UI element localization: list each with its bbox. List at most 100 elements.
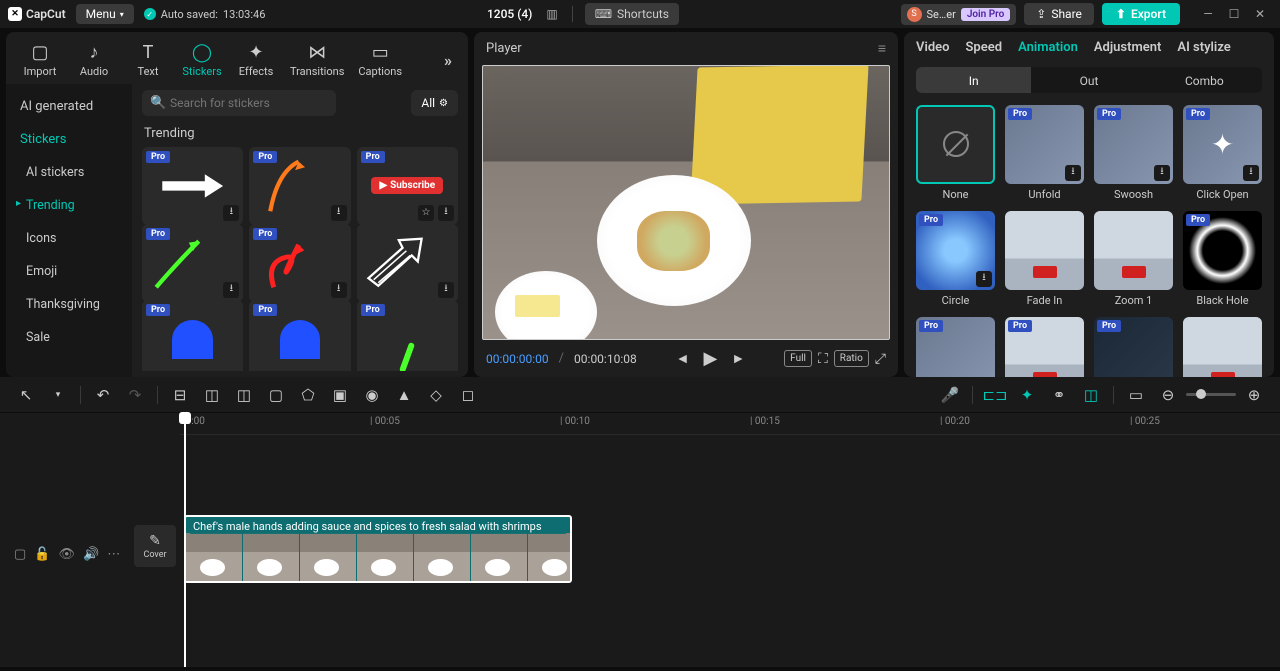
video-preview[interactable] bbox=[482, 65, 890, 340]
track-visible-icon[interactable]: 👁 bbox=[58, 547, 75, 562]
close-button[interactable]: ✕ bbox=[1248, 4, 1272, 24]
category-ai-generated[interactable]: AI generated bbox=[6, 90, 132, 123]
media-tab-text[interactable]: TText bbox=[124, 40, 172, 80]
category-trending[interactable]: Trending bbox=[6, 189, 132, 222]
ratio-button[interactable]: Ratio bbox=[834, 350, 869, 367]
download-icon[interactable]: ⭳ bbox=[223, 282, 239, 298]
anim-subtab-combo[interactable]: Combo bbox=[1147, 67, 1262, 93]
sticker-loop-red[interactable]: Pro⭳ bbox=[249, 224, 350, 302]
animation-fade-in[interactable]: Fade In bbox=[1005, 211, 1084, 307]
category-emoji[interactable]: Emoji bbox=[6, 255, 132, 288]
download-icon[interactable]: ⭳ bbox=[976, 271, 992, 287]
sticker-curve-orange[interactable]: Pro⭳ bbox=[249, 147, 350, 225]
video-clip[interactable]: Chef's male hands adding sauce and spice… bbox=[184, 515, 572, 583]
sticker-curve-green[interactable]: Pro⭳ bbox=[142, 224, 243, 302]
split-right-button[interactable]: ◫ bbox=[230, 381, 258, 409]
select-dropdown[interactable]: ▾ bbox=[44, 381, 72, 409]
minimize-button[interactable]: — bbox=[1196, 4, 1220, 24]
animation-black-hole[interactable]: ProBlack Hole bbox=[1183, 211, 1262, 307]
animation-click-open[interactable]: ✦Pro⭳Click Open bbox=[1183, 105, 1262, 201]
timeline-body[interactable]: ▢ 🔓 👁 🔊 ⋯ ✎ Cover Chef's male hands addi… bbox=[0, 435, 1280, 667]
sticker-subscribe[interactable]: ▶SubscribePro☆⭳ bbox=[357, 147, 458, 225]
category-ai-stickers[interactable]: AI stickers bbox=[6, 156, 132, 189]
sticker-arrow-white[interactable]: Pro⭳ bbox=[142, 147, 243, 225]
play-button[interactable]: ▶ bbox=[704, 348, 718, 369]
track-mute-icon[interactable]: 🔊 bbox=[83, 547, 99, 562]
share-button[interactable]: ⇪ Share bbox=[1024, 3, 1094, 25]
animation-circle[interactable]: Pro⭳Circle bbox=[916, 211, 995, 307]
player-menu-icon[interactable]: ≡ bbox=[878, 40, 886, 57]
inspector-tab-animation[interactable]: Animation bbox=[1018, 40, 1078, 57]
speed-button[interactable]: ◉ bbox=[358, 381, 386, 409]
undo-button[interactable]: ↶ bbox=[89, 381, 117, 409]
animation-none[interactable]: None bbox=[916, 105, 995, 201]
track-more-icon[interactable]: ⋯ bbox=[107, 547, 120, 562]
sticker-blob-blue[interactable]: Pro bbox=[142, 300, 243, 371]
media-tab-captions[interactable]: ▭Captions bbox=[354, 40, 406, 80]
next-frame-button[interactable]: ► bbox=[731, 350, 745, 367]
snap-button[interactable]: ◫ bbox=[1077, 381, 1105, 409]
timeline-ruler[interactable]: 00:00| 00:05| 00:10| 00:15| 00:20| 00:25 bbox=[180, 413, 1280, 435]
inspector-tab-ai-stylize[interactable]: AI stylize bbox=[1177, 40, 1230, 57]
inspector-tab-adjustment[interactable]: Adjustment bbox=[1094, 40, 1162, 57]
category-stickers[interactable]: Stickers bbox=[6, 123, 132, 156]
select-tool[interactable]: ↖ bbox=[12, 381, 40, 409]
mirror-button[interactable]: ▲ bbox=[390, 381, 418, 409]
export-button[interactable]: ⬆ Export bbox=[1102, 3, 1180, 25]
full-button[interactable]: Full bbox=[784, 350, 812, 367]
split-left-button[interactable]: ◫ bbox=[198, 381, 226, 409]
media-tab-import[interactable]: ▢Import bbox=[16, 40, 64, 80]
playhead[interactable] bbox=[184, 413, 186, 667]
user-chip[interactable]: S Se…er Join Pro bbox=[901, 4, 1017, 25]
inspector-tab-speed[interactable]: Speed bbox=[966, 40, 1003, 57]
redo-button[interactable]: ↷ bbox=[121, 381, 149, 409]
menu-button[interactable]: Menu ▾ bbox=[76, 4, 134, 24]
zoom-slider[interactable] bbox=[1186, 393, 1236, 396]
download-icon[interactable]: ⭳ bbox=[331, 282, 347, 298]
animation-item[interactable]: Pro⭳ bbox=[916, 317, 995, 377]
animation-item[interactable]: Pro⭳ bbox=[1005, 317, 1084, 377]
prev-frame-button[interactable]: ◄ bbox=[676, 350, 690, 367]
fullscreen-icon[interactable]: ⤢ bbox=[875, 351, 886, 367]
animation-swoosh[interactable]: Pro⭳Swoosh bbox=[1094, 105, 1173, 201]
media-tabs-more[interactable]: » bbox=[438, 51, 458, 70]
inspector-tab-video[interactable]: Video bbox=[916, 40, 950, 57]
mic-button[interactable]: 🎤 bbox=[936, 381, 964, 409]
category-icons[interactable]: Icons bbox=[6, 222, 132, 255]
compound-button[interactable]: ▣ bbox=[326, 381, 354, 409]
filter-all-button[interactable]: All ⚙ bbox=[411, 90, 458, 116]
link-button[interactable]: ⚭ bbox=[1045, 381, 1073, 409]
track-collapse-icon[interactable]: ▢ bbox=[14, 547, 26, 562]
cover-button[interactable]: ✎ Cover bbox=[134, 525, 176, 567]
zoom-in-button[interactable]: ⊕ bbox=[1240, 381, 1268, 409]
favorite-icon[interactable]: ☆ bbox=[418, 205, 434, 221]
preview-toggle[interactable]: ▭ bbox=[1122, 381, 1150, 409]
sticker-sketch-arrow[interactable]: ⭳ bbox=[357, 224, 458, 302]
anim-subtab-in[interactable]: In bbox=[916, 67, 1031, 93]
anim-subtab-out[interactable]: Out bbox=[1031, 67, 1146, 93]
category-thanksgiving[interactable]: Thanksgiving bbox=[6, 288, 132, 321]
download-icon[interactable]: ⭳ bbox=[438, 282, 454, 298]
magnet-button[interactable]: ⊏⊐ bbox=[981, 381, 1009, 409]
sticker-curve-green2[interactable]: Pro bbox=[357, 300, 458, 371]
category-sale[interactable]: Sale bbox=[6, 321, 132, 354]
split-button[interactable]: ⊟ bbox=[166, 381, 194, 409]
animation-unfold[interactable]: Pro⭳Unfold bbox=[1005, 105, 1084, 201]
delete-button[interactable]: ▢ bbox=[262, 381, 290, 409]
track-lock-icon[interactable]: 🔓 bbox=[34, 547, 50, 562]
media-tab-transitions[interactable]: ⋈Transitions bbox=[286, 40, 348, 80]
download-icon[interactable]: ⭳ bbox=[1243, 165, 1259, 181]
search-input[interactable] bbox=[142, 90, 336, 116]
maximize-button[interactable]: ☐ bbox=[1222, 4, 1246, 24]
animation-zoom-1[interactable]: Zoom 1 bbox=[1094, 211, 1173, 307]
link-preview-button[interactable]: ✦ bbox=[1013, 381, 1041, 409]
shortcuts-button[interactable]: ⌨ Shortcuts bbox=[585, 3, 679, 25]
crop-button[interactable]: ◻ bbox=[454, 381, 482, 409]
animation-item[interactable] bbox=[1183, 317, 1262, 377]
marker-button[interactable]: ⬠ bbox=[294, 381, 322, 409]
download-icon[interactable]: ⭳ bbox=[223, 205, 239, 221]
layout-icon[interactable]: ▥ bbox=[544, 5, 559, 23]
crop-icon[interactable]: ⛶ bbox=[818, 351, 828, 367]
download-icon[interactable]: ⭳ bbox=[1154, 165, 1170, 181]
media-tab-audio[interactable]: ♪Audio bbox=[70, 40, 118, 80]
